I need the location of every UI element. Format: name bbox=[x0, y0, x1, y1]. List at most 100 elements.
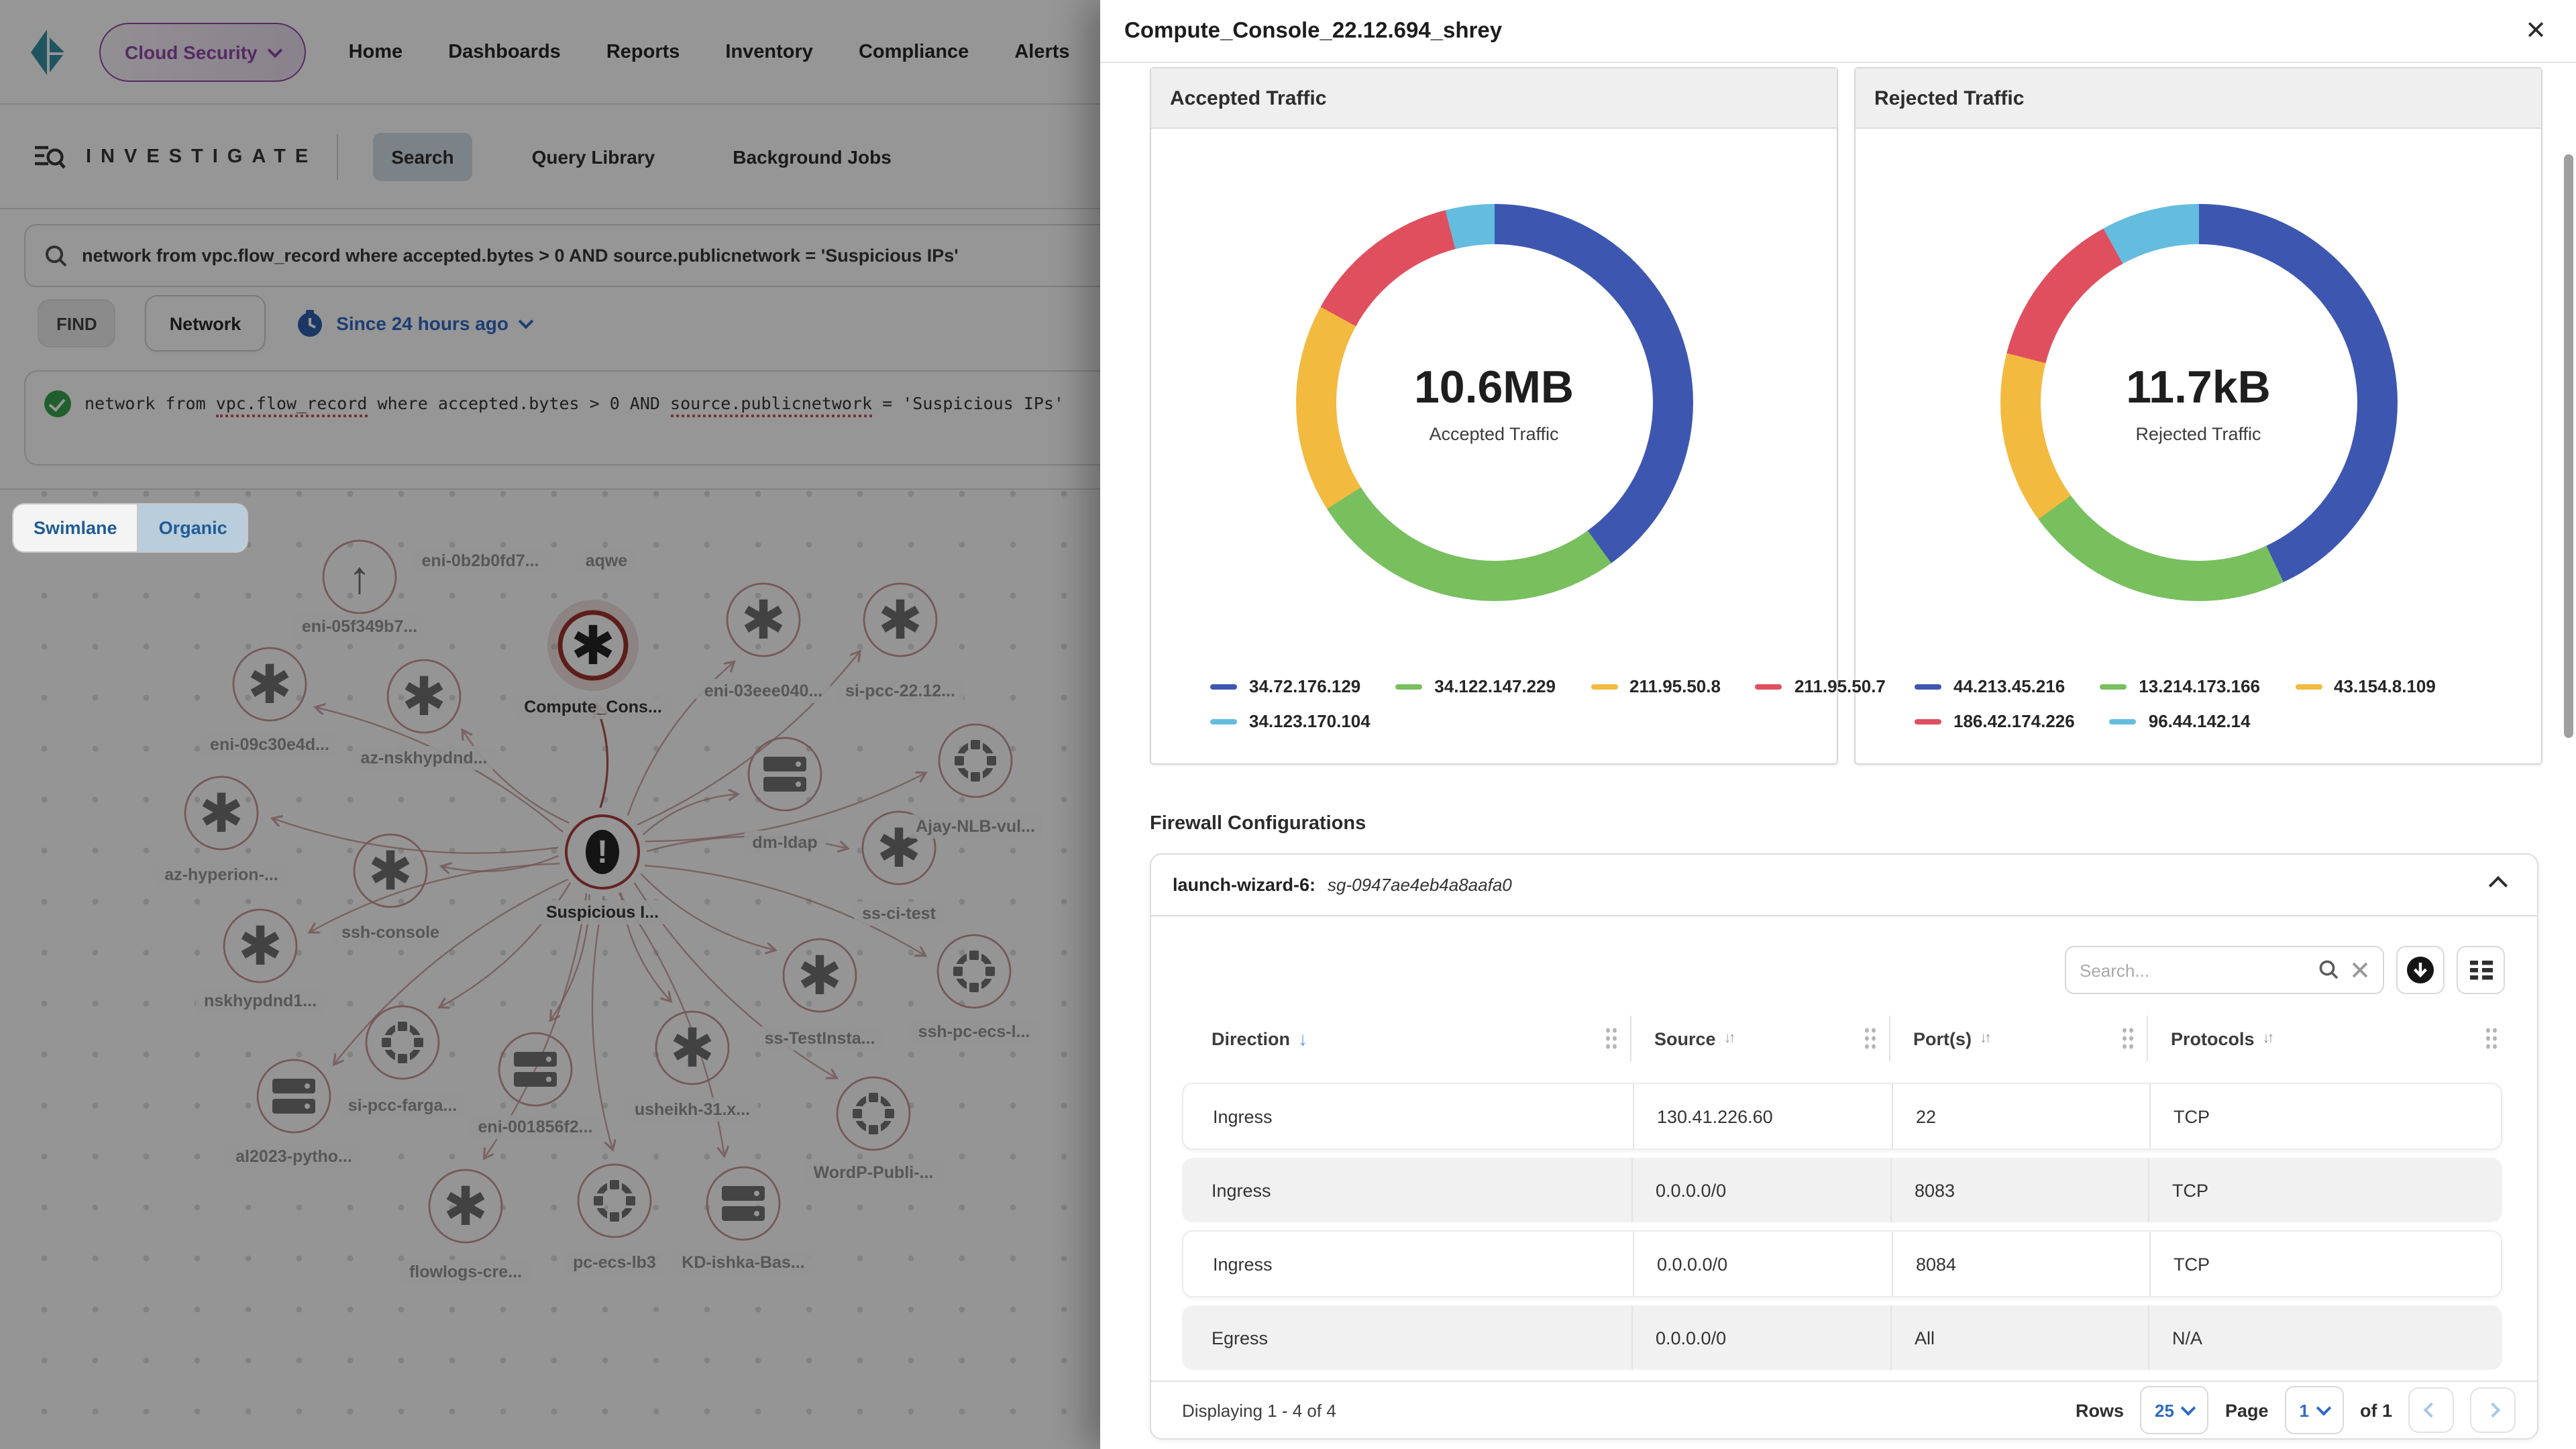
next-page-button[interactable] bbox=[2470, 1387, 2516, 1433]
search-placeholder: Search... bbox=[2080, 960, 2308, 980]
traffic-cards: Accepted Traffic 10.6MB Accepted Traffic 34… bbox=[1150, 67, 2576, 765]
displaying-count: Displaying 1 - 4 of 4 bbox=[1182, 1400, 1336, 1420]
legend-label: 34.122.147.229 bbox=[1434, 676, 1556, 696]
legend-item[interactable]: 13.214.173.166 bbox=[2100, 676, 2260, 696]
rows-label: Rows bbox=[2076, 1400, 2124, 1420]
legend-row: 34.72.176.12934.122.147.229211.95.50.821… bbox=[1210, 676, 1823, 696]
table-row[interactable]: Ingress0.0.0.0/08084TCP bbox=[1182, 1230, 2502, 1297]
layout-toggle: SwimlaneOrganic bbox=[12, 503, 249, 553]
column-header-protocols[interactable]: Protocols ↓↑ bbox=[2148, 1016, 2537, 1061]
chart-legend: 34.72.176.12934.122.147.229211.95.50.821… bbox=[1210, 676, 1823, 731]
column-drag-handle[interactable] bbox=[2485, 1026, 2498, 1051]
sort-desc-icon[interactable]: ↓ bbox=[1298, 1028, 1307, 1049]
legend-label: 44.213.45.216 bbox=[1953, 676, 2065, 696]
column-header-ports[interactable]: Port(s) ↓↑ bbox=[1890, 1016, 2148, 1061]
security-group-accordion[interactable]: launch-wizard-6: sg-0947ae4eb4a8aafa0 bbox=[1151, 855, 2537, 916]
table-cell: Egress bbox=[1182, 1305, 1631, 1370]
legend-row: 34.123.170.104 bbox=[1210, 711, 1823, 731]
column-header-direction[interactable]: Direction ↓ bbox=[1151, 1016, 1631, 1061]
legend-swatch bbox=[1210, 684, 1237, 689]
search-icon bbox=[2318, 959, 2340, 981]
legend-item[interactable]: 34.72.176.129 bbox=[1210, 676, 1360, 696]
legend-label: 13.214.173.166 bbox=[2139, 676, 2260, 696]
download-button[interactable] bbox=[2396, 946, 2445, 994]
screen: Cloud Security HomeDashboardsReportsInve… bbox=[0, 0, 2576, 1449]
legend-item[interactable]: 43.154.8.109 bbox=[2295, 676, 2436, 696]
column-drag-handle[interactable] bbox=[1605, 1026, 1618, 1051]
rows-per-page-value: 25 bbox=[2155, 1400, 2174, 1420]
table-search-input[interactable]: Search... bbox=[2065, 946, 2384, 994]
donut-center: 11.7kBRejected Traffic bbox=[2040, 244, 2357, 561]
table-cell: Ingress bbox=[1182, 1158, 1631, 1222]
card-body: 11.7kBRejected Traffic 44.213.45.216 13.21… bbox=[1856, 129, 2541, 763]
security-group-id: sg-0947ae4eb4a8aafa0 bbox=[1328, 875, 1512, 895]
column-settings-button[interactable] bbox=[2457, 946, 2505, 994]
table-header-row: Direction ↓ Source↓↑ Port(s) ↓↑ Protocols ↓↑ bbox=[1151, 1002, 2537, 1075]
chevron-up-icon bbox=[2489, 875, 2508, 894]
legend-item[interactable]: 186.42.174.226 bbox=[1915, 711, 2075, 731]
donut-chart[interactable]: 11.7kBRejected Traffic bbox=[2000, 204, 2397, 601]
legend-item[interactable]: 34.123.170.104 bbox=[1210, 711, 1371, 731]
card-title: Rejected Traffic bbox=[1856, 68, 2541, 129]
page-value: 1 bbox=[2300, 1400, 2309, 1420]
table-cell: 8083 bbox=[1890, 1158, 2148, 1222]
page-select[interactable]: 1 bbox=[2285, 1386, 2344, 1434]
toggle-organic[interactable]: Organic bbox=[138, 504, 248, 551]
panel-header: Compute_Console_22.12.694_shrey ✕ bbox=[1100, 0, 2576, 63]
table-cell: TCP bbox=[2148, 1158, 2502, 1222]
table-cell: 8084 bbox=[1892, 1232, 2149, 1296]
legend-label: 34.123.170.104 bbox=[1249, 711, 1371, 731]
previous-page-button[interactable] bbox=[2408, 1387, 2454, 1433]
donut-caption: Accepted Traffic bbox=[1429, 423, 1558, 443]
download-icon bbox=[2406, 955, 2435, 985]
donut-chart[interactable]: 10.6MB Accepted Traffic bbox=[1295, 204, 1693, 601]
table-footer: Displaying 1 - 4 of 4 Rows 25 Page 1 of … bbox=[1151, 1381, 2537, 1438]
page-label: Page bbox=[2225, 1400, 2269, 1420]
sort-icon[interactable]: ↓↑ bbox=[1724, 1030, 1733, 1046]
table-cell: Ingress bbox=[1183, 1232, 1633, 1296]
clear-icon[interactable] bbox=[2351, 961, 2369, 979]
donut-center: 10.6MB Accepted Traffic bbox=[1336, 244, 1652, 561]
donut-total: 10.6MB bbox=[1414, 362, 1574, 414]
legend-label: 211.95.50.8 bbox=[1629, 676, 1721, 696]
legend-item[interactable]: 96.44.142.14 bbox=[2110, 711, 2251, 731]
toggle-swimlane[interactable]: Swimlane bbox=[13, 504, 138, 551]
donut-total: 11.7kB bbox=[2126, 362, 2271, 414]
column-header-source[interactable]: Source↓↑ bbox=[1631, 1016, 1890, 1061]
security-group-name: launch-wizard-6: bbox=[1173, 875, 1316, 895]
scrollbar[interactable] bbox=[2564, 154, 2573, 738]
card-body: 10.6MB Accepted Traffic 34.72.176.129 34.12… bbox=[1151, 129, 1837, 763]
table-cell: 0.0.0.0/0 bbox=[1633, 1232, 1892, 1296]
legend-item[interactable]: 44.213.45.216 bbox=[1915, 676, 2065, 696]
table-cell: 130.41.226.60 bbox=[1633, 1084, 1892, 1148]
legend-label: 43.154.8.109 bbox=[2334, 676, 2436, 696]
traffic-card: Rejected Traffic 11.7kBRejected Traffic 44… bbox=[1854, 67, 2542, 765]
table-cell: 0.0.0.0/0 bbox=[1631, 1158, 1890, 1222]
columns-icon bbox=[2466, 955, 2496, 985]
rows-per-page-select[interactable]: 25 bbox=[2140, 1386, 2209, 1434]
legend-item[interactable]: 34.122.147.229 bbox=[1395, 676, 1556, 696]
column-label: Port(s) bbox=[1913, 1028, 1972, 1049]
table-row[interactable]: Ingress0.0.0.0/08083TCP bbox=[1182, 1158, 2502, 1222]
sort-icon[interactable]: ↓↑ bbox=[1980, 1030, 1989, 1046]
column-label: Direction bbox=[1212, 1028, 1290, 1049]
chevron-down-icon bbox=[2182, 1401, 2197, 1416]
table-cell: TCP bbox=[2149, 1232, 2501, 1296]
table-row[interactable]: Egress0.0.0.0/0AllN/A bbox=[1182, 1305, 2502, 1370]
detail-panel: Compute_Console_22.12.694_shrey ✕ Accept… bbox=[1100, 0, 2576, 1449]
table-cell: 0.0.0.0/0 bbox=[1631, 1305, 1890, 1370]
legend-label: 34.72.176.129 bbox=[1249, 676, 1360, 696]
legend-item[interactable]: 211.95.50.8 bbox=[1591, 676, 1721, 696]
column-label: Protocols bbox=[2171, 1028, 2255, 1049]
table-body: Ingress130.41.226.6022TCPIngress0.0.0.0/… bbox=[1151, 1083, 2537, 1370]
legend-swatch bbox=[1756, 684, 1782, 689]
card-title: Accepted Traffic bbox=[1151, 68, 1837, 129]
table-row[interactable]: Ingress130.41.226.6022TCP bbox=[1182, 1083, 2502, 1150]
close-icon[interactable]: ✕ bbox=[2525, 18, 2546, 44]
sort-icon[interactable]: ↓↑ bbox=[2263, 1030, 2272, 1046]
table-cell: All bbox=[1890, 1305, 2148, 1370]
column-drag-handle[interactable] bbox=[1864, 1026, 1877, 1051]
legend-swatch bbox=[2295, 684, 2322, 689]
legend-swatch bbox=[1915, 718, 1941, 724]
column-drag-handle[interactable] bbox=[2121, 1026, 2135, 1051]
